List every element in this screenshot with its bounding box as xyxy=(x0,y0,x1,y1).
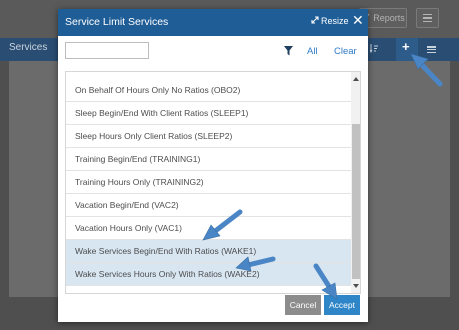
resize-icon xyxy=(311,16,319,26)
list-item-selected[interactable]: Wake Services Hours Only With Ratios (WA… xyxy=(66,263,351,286)
search-input[interactable] xyxy=(65,42,149,59)
dialog-title: Service Limit Services xyxy=(65,16,169,28)
resize-label: Resize xyxy=(321,16,349,26)
sort-icon[interactable] xyxy=(369,43,379,56)
list-item[interactable]: Training Begin/End (TRAINING1) xyxy=(66,148,351,171)
list-scrollbar[interactable] xyxy=(351,72,360,293)
clear-link[interactable]: Clear xyxy=(334,46,357,57)
close-icon[interactable]: ✕ xyxy=(352,13,364,27)
list-item-label: Wake Services Hours Only With Ratios (WA… xyxy=(75,269,260,279)
services-list: On Behalf Of Hours Only No Ratios (OBO2)… xyxy=(65,71,361,294)
list-item-label: Training Begin/End (TRAINING1) xyxy=(75,154,201,164)
list-item[interactable]: Vacation Begin/End (VAC2) xyxy=(66,194,351,217)
service-limit-services-dialog: Service Limit Services Resize ✕ All Clea… xyxy=(58,9,368,322)
list-item-label: Sleep Hours Only Client Ratios (SLEEP2) xyxy=(75,131,233,141)
list-item[interactable]: On Behalf Of Hours Only No Ratios (OBO2) xyxy=(66,79,351,102)
resize-button[interactable]: Resize xyxy=(311,16,349,26)
list-item-label: Sleep Begin/End With Client Ratios (SLEE… xyxy=(75,108,249,118)
list-item[interactable]: Vacation Hours Only (VAC1) xyxy=(66,217,351,240)
accept-button[interactable]: Accept xyxy=(324,295,360,315)
list-item-label: Training Hours Only (TRAINING2) xyxy=(75,177,204,187)
scroll-down-icon[interactable] xyxy=(353,284,359,288)
list-item[interactable]: Sleep Begin/End With Client Ratios (SLEE… xyxy=(66,102,351,125)
scroll-up-icon[interactable] xyxy=(353,77,359,81)
dialog-header: Service Limit Services Resize ✕ xyxy=(58,9,368,36)
list-item-label: Vacation Hours Only (VAC1) xyxy=(75,223,182,233)
list-item-selected[interactable]: Wake Services Begin/End With Ratios (WAK… xyxy=(66,240,351,263)
filter-icon[interactable] xyxy=(284,46,293,56)
list-item[interactable]: Training Hours Only (TRAINING2) xyxy=(66,171,351,194)
services-title: Services xyxy=(9,42,48,53)
cancel-button[interactable]: Cancel xyxy=(285,295,321,315)
list-item-label: On Behalf Of Hours Only No Ratios (OBO2) xyxy=(75,85,241,95)
list-item-label: Wake Services Begin/End With Ratios (WAK… xyxy=(75,246,257,256)
hamburger-icon[interactable] xyxy=(427,46,436,53)
filter-bar: All Clear xyxy=(58,36,368,68)
select-all-link[interactable]: All xyxy=(307,46,318,57)
plus-icon[interactable]: + xyxy=(402,39,410,54)
menu-button[interactable] xyxy=(416,8,439,28)
reports-label: Reports xyxy=(373,13,405,23)
list-item[interactable]: Sleep Hours Only Client Ratios (SLEEP2) xyxy=(66,125,351,148)
list-item-label: Vacation Begin/End (VAC2) xyxy=(75,200,179,210)
scroll-thumb[interactable] xyxy=(352,124,360,279)
